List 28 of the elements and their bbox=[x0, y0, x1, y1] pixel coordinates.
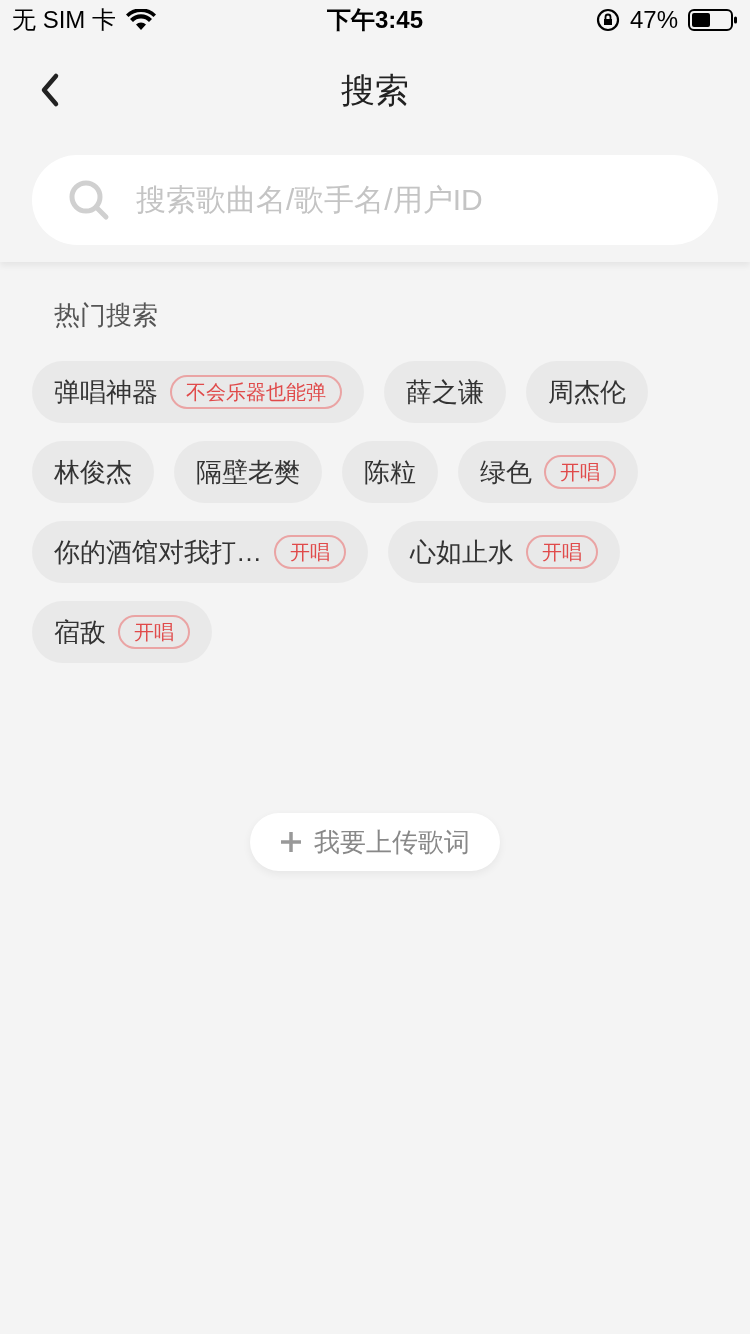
section-title: 热门搜索 bbox=[53, 299, 159, 332]
hot-search-tag[interactable]: 隔壁老樊 bbox=[174, 441, 322, 503]
rotation-lock-icon bbox=[595, 8, 620, 32]
hot-search-tag[interactable]: 心如止水 开唱 bbox=[388, 521, 620, 583]
tag-badge: 开唱 bbox=[526, 535, 598, 569]
page-title: 搜索 bbox=[341, 69, 409, 111]
chevron-left-icon bbox=[39, 72, 61, 108]
upload-lyrics-button[interactable]: 我要上传歌词 bbox=[250, 813, 500, 871]
tag-badge: 不会乐器也能弹 bbox=[170, 375, 342, 409]
tag-badge: 开唱 bbox=[118, 615, 190, 649]
search-field[interactable]: 搜索歌曲名/歌手名/用户ID bbox=[32, 155, 718, 245]
battery-icon bbox=[688, 8, 738, 32]
hot-search-tag[interactable]: 宿敌 开唱 bbox=[32, 601, 212, 663]
carrier-text: 无 SIM 卡 bbox=[12, 5, 116, 35]
hot-search-tag[interactable]: 周杰伦 bbox=[526, 361, 648, 423]
hot-search-tag[interactable]: 林俊杰 bbox=[32, 441, 154, 503]
plus-icon bbox=[280, 831, 302, 853]
time-text: 下午3:45 bbox=[326, 5, 423, 35]
search-icon bbox=[68, 179, 110, 221]
wifi-icon bbox=[126, 9, 156, 31]
battery-text: 47% bbox=[629, 5, 678, 35]
hot-search-tag[interactable]: 弹唱神器 不会乐器也能弹 bbox=[32, 361, 364, 423]
hot-search-tag[interactable]: 薛之谦 bbox=[384, 361, 506, 423]
tag-badge: 开唱 bbox=[274, 535, 346, 569]
hot-search-tag[interactable]: 你的酒馆对我打… 开唱 bbox=[32, 521, 368, 583]
tag-badge: 开唱 bbox=[544, 455, 616, 489]
hot-search-tag[interactable]: 绿色 开唱 bbox=[458, 441, 638, 503]
hot-search-tag[interactable]: 陈粒 bbox=[342, 441, 438, 503]
